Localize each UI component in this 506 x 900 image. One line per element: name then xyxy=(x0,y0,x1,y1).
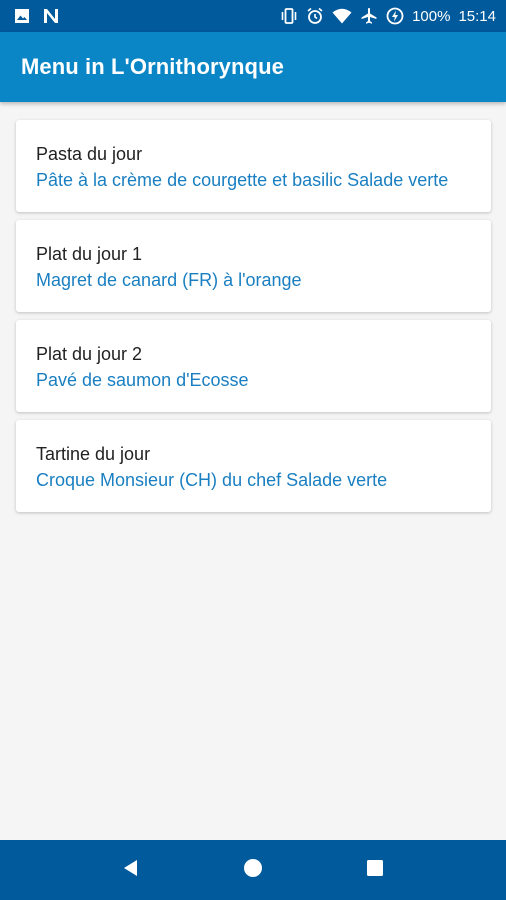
menu-item-pasta[interactable]: Pasta du jour Pâte à la crème de courget… xyxy=(16,120,491,212)
battery-percent: 100% xyxy=(412,7,451,25)
menu-item-title: Tartine du jour xyxy=(36,444,151,464)
menu-item-plat-1[interactable]: Plat du jour 1 Magret de canard (FR) à l… xyxy=(16,220,491,312)
image-icon xyxy=(14,8,30,24)
menu-item-title: Plat du jour 2 xyxy=(36,344,143,364)
menu-item-title: Plat du jour 1 xyxy=(36,244,143,264)
menu-item-description: Pavé de saumon d'Ecosse xyxy=(36,370,249,390)
app-bar: Menu in L'Ornithorynque xyxy=(0,32,506,102)
status-bar: 100% 15:14 xyxy=(0,0,506,32)
clock: 15:14 xyxy=(458,7,496,25)
airplane-icon xyxy=(360,7,378,25)
menu-item-description: Magret de canard (FR) à l'orange xyxy=(36,270,302,290)
vibrate-icon xyxy=(280,7,298,25)
back-button[interactable] xyxy=(111,850,151,890)
home-icon xyxy=(243,858,263,883)
menu-item-tartine[interactable]: Tartine du jour Croque Monsieur (CH) du … xyxy=(16,420,491,512)
menu-item-plat-2[interactable]: Plat du jour 2 Pavé de saumon d'Ecosse xyxy=(16,320,491,412)
navigation-bar xyxy=(0,840,506,900)
recents-icon xyxy=(365,858,385,883)
wifi-icon xyxy=(332,8,352,24)
menu-item-description: Pâte à la crème de courgette et basilic … xyxy=(36,170,449,190)
battery-charging-icon xyxy=(386,7,404,25)
recents-button[interactable] xyxy=(355,850,395,890)
back-icon xyxy=(121,858,141,883)
page-title: Menu in L'Ornithorynque xyxy=(21,54,284,79)
menu-item-description: Croque Monsieur (CH) du chef Salade vert… xyxy=(36,470,388,490)
menu-item-title: Pasta du jour xyxy=(36,144,143,164)
home-button[interactable] xyxy=(233,850,273,890)
status-left xyxy=(14,8,60,24)
alarm-icon xyxy=(306,7,324,25)
menu-list: Pasta du jour Pâte à la crème de courget… xyxy=(0,102,506,520)
status-right: 100% 15:14 xyxy=(280,7,496,25)
n-app-icon xyxy=(42,8,60,24)
